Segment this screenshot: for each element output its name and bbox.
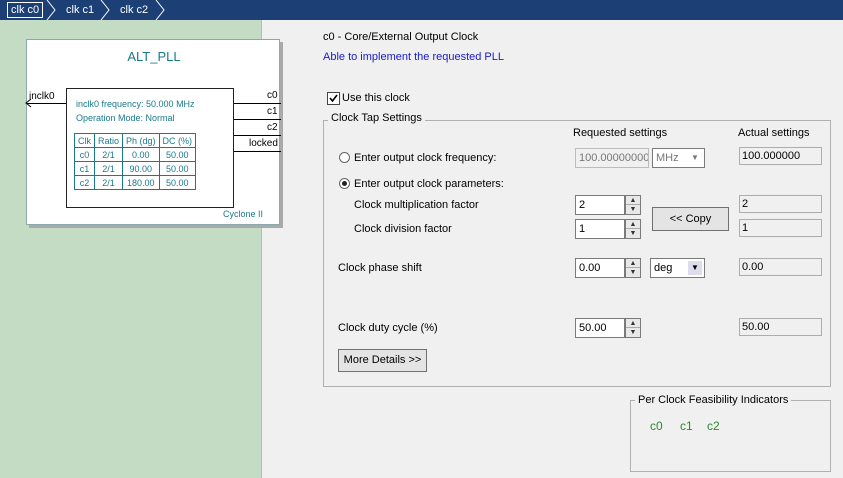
feasibility-c1: c1 (680, 419, 693, 433)
actual-multiplication-value: 2 (739, 195, 822, 213)
duty-cycle-label: Clock duty cycle (%) (338, 322, 438, 334)
table-cell: c0 (74, 147, 95, 162)
actual-division-value: 1 (739, 219, 822, 237)
table-row: c2 2/1 180.00 50.00 (74, 175, 197, 190)
spin-up-icon[interactable]: ▲ (626, 319, 640, 328)
output-parameters-label: Enter output clock parameters: (354, 178, 504, 190)
table-header: Clk (74, 133, 95, 148)
input-frequency-text: inclk0 frequency: 50.000 MHz (76, 99, 195, 109)
table-cell: c1 (74, 161, 95, 176)
table-header-row: Clk Ratio Ph (dg) DC (%) (74, 133, 197, 148)
spin-up-icon[interactable]: ▲ (626, 259, 640, 268)
actual-settings-header: Actual settings (738, 127, 810, 139)
tab-clk-c0[interactable]: clk c0 (7, 2, 44, 18)
chevron-down-icon: ▼ (688, 151, 702, 165)
more-details-button[interactable]: More Details >> (338, 349, 427, 372)
chevron-right-icon (100, 0, 110, 20)
multiplication-factor-label: Clock multiplication factor (354, 199, 479, 211)
chevron-down-icon: ▼ (688, 261, 702, 275)
spin-down-icon[interactable]: ▼ (626, 328, 640, 337)
table-header: DC (%) (158, 133, 197, 148)
table-cell: 90.00 (122, 161, 160, 176)
table-cell: 50.00 (158, 147, 197, 162)
actual-frequency-value: 100.000000 (739, 147, 822, 165)
table-cell: 2/1 (93, 147, 124, 162)
feasibility-indicators-legend: Per Clock Feasibility Indicators (635, 394, 792, 406)
phase-shift-label: Clock phase shift (338, 262, 422, 274)
clock-settings-panel: c0 - Core/External Output Clock Able to … (263, 20, 843, 478)
phase-unit-select[interactable]: deg ▼ (650, 258, 705, 278)
spin-up-icon[interactable]: ▲ (626, 196, 640, 205)
requested-settings-header: Requested settings (573, 127, 668, 139)
use-clock-label: Use this clock (342, 92, 410, 104)
output-frequency-input[interactable]: 100.00000000 (575, 148, 649, 168)
table-cell: 50.00 (158, 161, 197, 176)
spin-up-icon[interactable]: ▲ (626, 220, 640, 229)
arrow-left-icon (25, 99, 32, 108)
table-cell: 50.00 (158, 175, 197, 190)
table-cell: 180.00 (122, 175, 160, 190)
feasibility-c0: c0 (650, 419, 663, 433)
actual-phase-value: 0.00 (739, 258, 822, 276)
frequency-unit-select[interactable]: MHz ▼ (652, 148, 705, 168)
phase-unit-value: deg (654, 262, 673, 274)
phase-shift-spinner[interactable]: ▲ ▼ (625, 258, 641, 278)
checkmark-icon (329, 94, 338, 103)
table-header: Ratio (93, 133, 124, 148)
feasibility-c2: c2 (707, 419, 720, 433)
duty-cycle-spinner[interactable]: ▲ ▼ (625, 318, 641, 338)
table-row: c0 2/1 0.00 50.00 (74, 147, 197, 162)
pll-symbol: ALT_PLL inclk0 inclk0 frequency: 50.000 … (25, 39, 281, 225)
division-factor-spinner[interactable]: ▲ ▼ (625, 219, 641, 239)
tab-clk-c1[interactable]: clk c1 (63, 2, 97, 18)
spin-down-icon[interactable]: ▼ (626, 229, 640, 238)
division-factor-input[interactable]: 1 (575, 219, 625, 239)
pll-title: ALT_PLL (127, 49, 181, 64)
clock-tap-settings-legend: Clock Tap Settings (328, 112, 425, 124)
multiplication-factor-spinner[interactable]: ▲ ▼ (625, 195, 641, 215)
clock-tab-bar: clk c0 clk c1 clk c2 (0, 0, 843, 20)
table-cell: 2/1 (93, 175, 124, 190)
output-frequency-label: Enter output clock frequency: (354, 152, 497, 164)
table-header: Ph (dg) (122, 133, 160, 148)
clock-summary-table: Clk Ratio Ph (dg) DC (%) c0 2/1 0.00 50.… (74, 133, 197, 190)
spin-down-icon[interactable]: ▼ (626, 268, 640, 277)
chevron-right-icon (46, 0, 56, 20)
device-family-label: Cyclone II (223, 209, 264, 219)
phase-shift-input[interactable]: 0.00 (575, 258, 625, 278)
frequency-unit-value: MHz (656, 152, 679, 164)
table-cell: 0.00 (122, 147, 160, 162)
feasibility-indicators-group (630, 400, 831, 472)
table-row: c1 2/1 90.00 50.00 (74, 161, 197, 176)
use-clock-checkbox[interactable] (327, 92, 340, 105)
page-title: c0 - Core/External Output Clock (323, 31, 479, 43)
pll-core-box: inclk0 frequency: 50.000 MHz Operation M… (66, 88, 234, 208)
operation-mode-text: Operation Mode: Normal (76, 113, 175, 123)
output-frequency-radio[interactable] (339, 152, 350, 163)
output-parameters-radio[interactable] (339, 178, 350, 189)
chevron-right-icon (155, 0, 165, 20)
multiplication-factor-input[interactable]: 2 (575, 195, 625, 215)
status-message: Able to implement the requested PLL (323, 51, 505, 63)
division-factor-label: Clock division factor (354, 223, 452, 235)
copy-button[interactable]: << Copy (652, 207, 729, 231)
spin-down-icon[interactable]: ▼ (626, 205, 640, 214)
table-cell: 2/1 (93, 161, 124, 176)
duty-cycle-input[interactable]: 50.00 (575, 318, 625, 338)
table-cell: c2 (74, 175, 95, 190)
actual-duty-cycle-value: 50.00 (739, 318, 822, 336)
tab-clk-c2[interactable]: clk c2 (117, 2, 151, 18)
